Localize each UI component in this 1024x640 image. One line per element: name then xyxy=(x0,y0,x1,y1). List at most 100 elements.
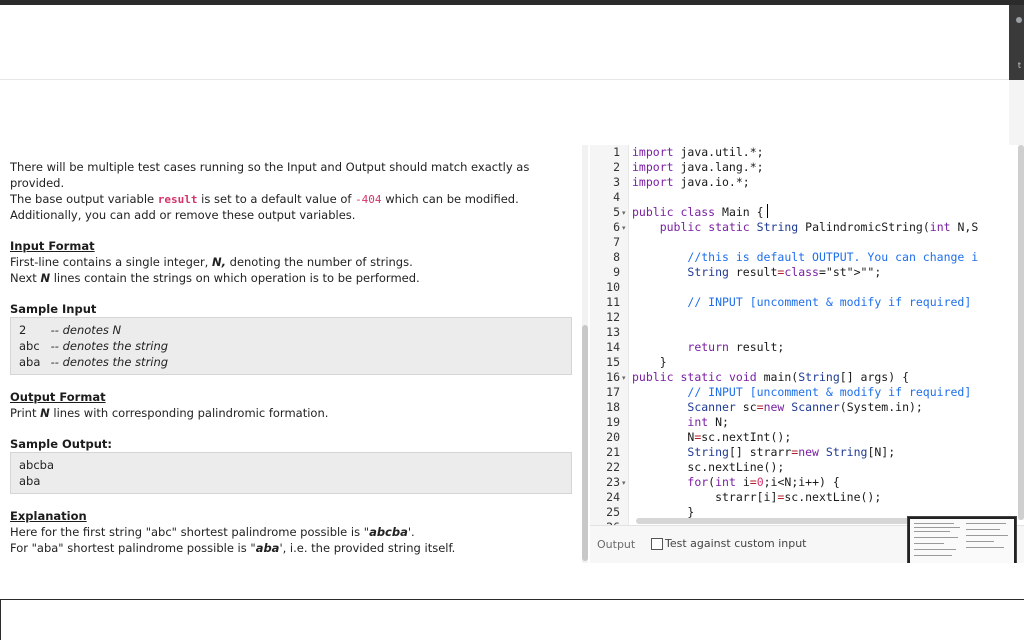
line-number-gutter: 1 2 3 4 5 ▾ 6 ▾ 7 8 9 10 11 12 13 14 15 16 ▾ 17 18 19 20 21 22 23… xyxy=(590,145,629,525)
code-line[interactable]: // INPUT [uncomment & modify if required… xyxy=(632,385,971,400)
code-line[interactable]: import java.util.*; xyxy=(632,145,764,160)
code-line[interactable]: //this is default OUTPUT. You can change… xyxy=(632,250,978,265)
explanation-heading: Explanation xyxy=(10,509,87,523)
code-line[interactable]: int N; xyxy=(632,415,729,430)
problem-description-panel: There will be multiple test cases runnin… xyxy=(0,145,585,563)
intro-line-3: The base output variable result is set t… xyxy=(10,191,519,208)
line-number: 12 xyxy=(606,310,620,324)
line-number: 5 xyxy=(613,205,620,219)
line-number: 14 xyxy=(606,340,620,354)
screen-preview-thumbnail[interactable] xyxy=(907,516,1017,566)
explanation-line-2-bold: aba xyxy=(255,541,280,555)
sample-input-row: aba -- denotes the string xyxy=(19,354,168,370)
line-number: 18 xyxy=(606,400,620,414)
sample-input-box: 2 -- denotes N abc -- denotes the string… xyxy=(10,317,572,375)
intro-line-3-post: which can be modified. xyxy=(381,192,519,206)
input-format-line-2-var: N xyxy=(40,271,51,285)
code-line[interactable]: N=sc.nextInt(); xyxy=(632,430,791,445)
fold-toggle-icon[interactable]: ▾ xyxy=(622,209,626,217)
explanation-line-2-post: ', i.e. the provided string itself. xyxy=(279,541,456,555)
code-line[interactable]: String[] strarr=new String[N]; xyxy=(632,445,895,460)
explanation-line-1-bold: abcba xyxy=(369,525,408,539)
code-line[interactable]: public class Main { xyxy=(632,205,764,220)
line-number: 2 xyxy=(613,160,620,174)
fold-toggle-icon[interactable]: ▾ xyxy=(622,479,626,487)
line-number: 19 xyxy=(606,415,620,429)
bottom-left-border xyxy=(0,600,1,640)
line-number: 3 xyxy=(613,175,620,189)
code-line[interactable]: public static void main(String[] args) { xyxy=(632,370,909,385)
code-line[interactable]: // INPUT [uncomment & modify if required… xyxy=(632,295,971,310)
line-number: 17 xyxy=(606,385,620,399)
sample-input-value: 2 xyxy=(19,323,27,337)
default-value: -404 xyxy=(355,193,382,206)
line-number: 25 xyxy=(606,505,620,519)
header-spacer xyxy=(0,80,1009,144)
line-number: 1 xyxy=(613,145,620,159)
code-line[interactable]: for(int i=0;i<N;i++) { xyxy=(632,475,839,490)
code-line[interactable]: import java.io.*; xyxy=(632,175,750,190)
input-format-line-2: Next N lines contain the strings on whic… xyxy=(10,270,420,286)
custom-input-checkbox[interactable] xyxy=(651,538,663,550)
explanation-line-2-pre: For "aba" shortest palindrome possible i… xyxy=(10,541,256,555)
line-number: 23 xyxy=(606,475,620,489)
input-format-line-1-pre: First-line contains a single integer, xyxy=(10,255,212,269)
bottom-area xyxy=(0,563,1024,600)
intro-line-3-pre: The base output variable xyxy=(10,192,158,206)
code-line[interactable]: String result=class="st">""; xyxy=(632,265,881,280)
line-number: 10 xyxy=(606,280,620,294)
problem-panel-scrollbar[interactable] xyxy=(582,145,588,563)
input-format-line-2-post: lines contain the strings on which opera… xyxy=(50,271,420,285)
result-variable: result xyxy=(157,193,198,206)
line-number: 9 xyxy=(613,265,620,279)
line-number: 13 xyxy=(606,325,620,339)
output-format-line-pre: Print xyxy=(10,406,41,420)
intro-line-3-mid: is set to a default value of xyxy=(197,192,356,206)
sample-input-row: 2 -- denotes N xyxy=(19,322,121,338)
fold-toggle-icon[interactable]: ▾ xyxy=(622,374,626,382)
code-line[interactable]: Scanner sc=new Scanner(System.in); xyxy=(632,400,922,415)
input-format-line-1: First-line contains a single integer, N,… xyxy=(10,254,413,270)
bottom-divider xyxy=(0,599,1024,600)
preview-screen xyxy=(910,519,1014,563)
input-format-heading: Input Format xyxy=(10,239,95,253)
code-line[interactable]: return result; xyxy=(632,340,784,355)
right-edge-panel xyxy=(1009,80,1024,145)
text-cursor xyxy=(767,204,768,218)
intro-line-4: Additionally, you can add or remove thes… xyxy=(10,208,356,222)
output-tab[interactable]: Output xyxy=(597,538,635,551)
explanation-line-1-post: '. xyxy=(407,525,415,539)
sample-input-comment: -- denotes N xyxy=(50,323,122,337)
strip-glyph-icon: t xyxy=(1017,61,1021,70)
line-number: 16 xyxy=(606,370,620,384)
line-number: 7 xyxy=(613,235,620,249)
line-number: 21 xyxy=(606,445,620,459)
code-line[interactable]: strarr[i]=sc.nextLine(); xyxy=(632,490,881,505)
editor-vertical-scrollbar[interactable] xyxy=(1018,145,1024,520)
fold-toggle-icon[interactable]: ▾ xyxy=(622,224,626,232)
page-header-area xyxy=(0,5,1009,80)
output-format-heading: Output Format xyxy=(10,390,106,404)
explanation-line-1-pre: Here for the first string "abc" shortest… xyxy=(10,525,370,539)
editor-scroll-thumb[interactable] xyxy=(1018,145,1024,520)
code-line[interactable]: sc.nextLine(); xyxy=(632,460,784,475)
input-format-line-1-post: denoting the number of strings. xyxy=(225,255,413,269)
line-number: 15 xyxy=(606,355,620,369)
line-number: 6 xyxy=(613,220,620,234)
custom-input-label[interactable]: Test against custom input xyxy=(665,537,807,550)
sample-input-value: aba xyxy=(19,355,41,369)
sample-output-heading: Sample Output: xyxy=(10,437,112,451)
line-number: 20 xyxy=(606,430,620,444)
code-line[interactable]: } xyxy=(632,355,667,370)
sample-output-row: aba xyxy=(19,474,41,488)
code-editor[interactable]: 1 2 3 4 5 ▾ 6 ▾ 7 8 9 10 11 12 13 14 15 16 ▾ 17 18 19 20 21 22 23… xyxy=(590,145,1024,525)
status-dot-icon xyxy=(1016,17,1022,23)
code-line[interactable]: import java.lang.*; xyxy=(632,160,764,175)
problem-scroll-thumb[interactable] xyxy=(582,325,588,561)
intro-line-2: provided. xyxy=(10,176,65,190)
line-number: 8 xyxy=(613,250,620,264)
line-number: 11 xyxy=(606,295,620,309)
code-line[interactable]: public static String PalindromicString(i… xyxy=(632,220,979,235)
input-format-var-n: N, xyxy=(211,255,226,269)
intro-line-1: There will be multiple test cases runnin… xyxy=(10,160,530,174)
